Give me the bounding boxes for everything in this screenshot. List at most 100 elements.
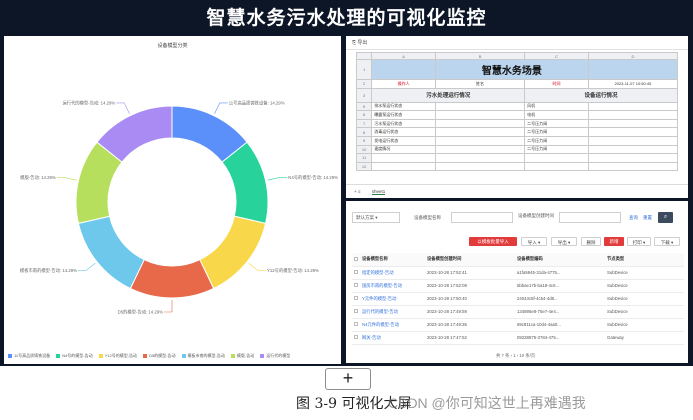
export-dropdown[interactable]: 导出 ▾: [551, 237, 577, 246]
page-title: 智慧水务污水处理的可视化监控: [206, 8, 487, 29]
table-row[interactable]: 国房市南的模型-告动 2023-10-28 17:52:09 5bbae17b-ba…: [352, 279, 684, 293]
sheet-cell[interactable]: 污水泵运行状态: [371, 118, 436, 129]
model-name-label: 设备模型名称: [414, 215, 441, 220]
add-button[interactable]: 新增: [604, 237, 624, 246]
legend-swatch: [8, 353, 12, 358]
sheet-cell[interactable]: 二号压力阀: [524, 144, 589, 155]
sheet-title[interactable]: 智慧水务场景: [434, 59, 589, 80]
slice-label: 模版-告动: 14.29%: [20, 174, 56, 181]
section-sewage[interactable]: 污水处理运行情况: [371, 87, 526, 103]
legend-swatch: [143, 353, 148, 358]
created-time-input[interactable]: [559, 212, 621, 223]
table-cell: 24043c8f-4c54-4d8...: [515, 292, 605, 306]
slice-label: N4号的模型-告动: 14.29%: [288, 174, 338, 181]
column-header[interactable]: 设备模型创建时间: [425, 253, 515, 267]
slice-label: D5的模型-告动: 14.29%: [118, 309, 164, 316]
table-row[interactable]: 运行代的模型-告动 2023-10-28 17:49:59 134895e8-75e…: [352, 305, 684, 319]
sheet-cell[interactable]: 二号压力阀: [524, 135, 589, 146]
column-header[interactable]: 设备模型名称: [360, 253, 425, 267]
model-name-input[interactable]: [451, 212, 513, 223]
column-header[interactable]: 设备模型编码: [515, 253, 605, 267]
column-header[interactable]: 节点类型: [605, 253, 684, 267]
table-row[interactable]: 指定的模型-告动 2023-10-28 17:52:41 a1fa5945-31da…: [352, 266, 684, 280]
label-leader: [77, 262, 96, 271]
legend-item[interactable]: 模版-告动: [230, 353, 254, 359]
row-checkbox[interactable]: [354, 296, 358, 300]
legend-item[interactable]: Y12号的模型-告动: [98, 353, 138, 359]
model-name-link[interactable]: 国房市南的模型-告动: [360, 279, 425, 293]
delete-button[interactable]: 删除: [581, 237, 601, 246]
legend-item[interactable]: D5的模型-告动: [143, 353, 176, 359]
table-row[interactable]: Y元件的模型-告动 2023-10-28 17:50:40 24043c8f-4c5…: [352, 292, 684, 306]
print-button[interactable]: 打印 ▾: [627, 237, 651, 246]
legend-item[interactable]: N4号的模型-告动: [56, 353, 93, 359]
sheet-cell[interactable]: 二号压力阀: [524, 127, 589, 137]
add-sheet-icon[interactable]: + ≡: [354, 189, 361, 194]
sheet-cell[interactable]: 消毒运行状态: [371, 127, 436, 137]
model-name-link[interactable]: Y元件的模型-告动: [360, 292, 425, 306]
operator-label[interactable]: 操作人: [371, 79, 436, 89]
sheet-tabs: + ≡ sheet1: [346, 184, 688, 198]
spreadsheet-panel: ⎘ 导出 A B C D 1 智慧水务场景 2 操作人 姓名 时间 2023-1: [346, 36, 688, 198]
time-label[interactable]: 时间: [524, 79, 589, 89]
import-button[interactable]: 导入 ▾: [521, 237, 547, 246]
search-icon[interactable]: ⌕: [658, 212, 673, 223]
column-header[interactable]: A: [371, 52, 436, 60]
legend-label: Y12号的模型-告动: [104, 353, 138, 358]
row-checkbox[interactable]: [354, 270, 358, 274]
query-button[interactable]: 查询: [629, 215, 638, 221]
table-row[interactable]: N4元件的模型-告动 2023-10-28 17:49:36 69c811ca-10…: [352, 318, 684, 332]
label-leader: [248, 262, 267, 271]
model-name-link[interactable]: N4元件的模型-告动: [360, 318, 425, 332]
row-checkbox[interactable]: [354, 322, 358, 326]
sheet-cell[interactable]: 曝露泵运行状态: [371, 110, 436, 120]
download-button[interactable]: 下载 ▾: [654, 237, 680, 246]
sheet-cell[interactable]: 发电运行状态: [371, 135, 436, 146]
table-cell: 2023-10-28 17:49:59: [425, 305, 515, 319]
row-checkbox[interactable]: [354, 283, 358, 287]
table-cell: a1fa5945-31da-4775...: [515, 266, 605, 280]
legend-item[interactable]: 11号高品质铸铁设备: [8, 353, 50, 359]
model-name-link[interactable]: 运行代的模型-告动: [360, 305, 425, 319]
add-button[interactable]: +: [325, 368, 371, 390]
legend-swatch: [56, 353, 61, 358]
table-cell: SubDevice: [605, 305, 684, 319]
sheet-cell[interactable]: 二号压力阀: [524, 118, 589, 129]
slice-label: Y12号的模型-告动: 14.29%: [267, 267, 319, 274]
model-name-link[interactable]: 网关-告动: [360, 331, 425, 345]
label-leader: [164, 300, 173, 313]
chevron-down-icon: ▾: [375, 215, 378, 220]
sheet-cell[interactable]: 速度情况: [371, 144, 436, 155]
table-cell: 2023-10-28 17:50:40: [425, 292, 515, 306]
legend-item[interactable]: 模板市南的模型-告动: [181, 353, 225, 359]
donut-slice[interactable]: [77, 215, 145, 290]
table-row[interactable]: 网关-告动 2023-10-28 17:47:52 09238875-3784-47…: [352, 331, 684, 345]
sheet-tab[interactable]: sheet1: [371, 189, 386, 195]
pagination[interactable]: 共 7 条 ‹ 1 › 10 条/页: [496, 353, 686, 361]
scheme-select[interactable]: 默认方案 ▾: [352, 212, 400, 223]
section-equipment[interactable]: 设备运行情况: [524, 87, 678, 103]
time-value[interactable]: 2023-11-07 10:50:45: [587, 79, 679, 89]
sheet-cell[interactable]: 电机: [524, 110, 589, 120]
template-import-button[interactable]: 以模板批量导入: [469, 237, 517, 246]
created-time-label: 设备模型创建时间: [518, 213, 554, 218]
row-checkbox[interactable]: [354, 335, 358, 339]
row-checkbox[interactable]: [354, 309, 358, 313]
select-all-checkbox[interactable]: [354, 256, 358, 261]
column-header[interactable]: D: [587, 52, 679, 60]
column-header[interactable]: C: [524, 52, 589, 60]
sheet-cell[interactable]: 排水泵运行状态: [371, 101, 436, 112]
legend-swatch: [230, 353, 235, 358]
reset-button[interactable]: 重置: [643, 215, 652, 221]
table-cell: 2023-10-28 17:52:41: [425, 266, 515, 280]
table-cell: 69c811ca-10d4-4aa0...: [515, 318, 605, 332]
column-header[interactable]: B: [434, 52, 526, 60]
row-number: 1: [355, 59, 373, 80]
legend-item[interactable]: 运行代的模型: [260, 353, 290, 359]
sheet-cell[interactable]: 风机: [524, 101, 589, 112]
donut-slice[interactable]: [199, 215, 267, 290]
operator-value[interactable]: 姓名: [434, 79, 526, 89]
donut-slice[interactable]: [129, 258, 215, 299]
model-name-link[interactable]: 指定的模型-告动: [360, 266, 425, 280]
export-button[interactable]: 导出: [357, 40, 367, 46]
